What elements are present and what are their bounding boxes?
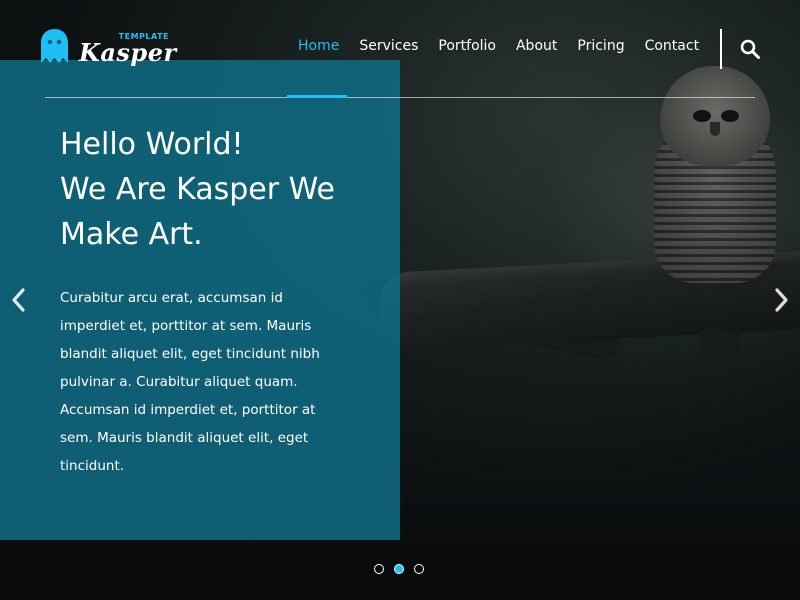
nav-item-pricing[interactable]: Pricing — [577, 38, 624, 54]
chevron-left-icon[interactable] — [8, 286, 30, 314]
hero-slider: TEMPLATE Kasper Home Services Portfolio … — [0, 0, 800, 600]
hero-title-line: Hello World! — [60, 127, 244, 162]
header-underline — [45, 97, 755, 98]
ghost-logo-icon — [40, 28, 69, 64]
nav-item-home[interactable]: Home — [298, 38, 339, 54]
logo-name: Kasper — [79, 38, 177, 67]
nav-item-contact[interactable]: Contact — [645, 38, 699, 54]
nav-item-about[interactable]: About — [516, 38, 557, 54]
nav-item-services[interactable]: Services — [359, 38, 418, 54]
slider-bullets — [374, 564, 424, 574]
hero-text-line: blandit aliquet elit, eget tincidunt nib… — [60, 346, 320, 362]
search-icon[interactable] — [740, 39, 760, 59]
hero-title-line: We Are Kasper We — [60, 172, 335, 207]
hero-title: Hello World! We Are Kasper We Make Art. — [60, 122, 380, 257]
hero-text-line: tincidunt. — [60, 458, 125, 474]
owl-beak — [710, 122, 720, 136]
hero-text-line: pulvinar a. Curabitur aliquet quam. — [60, 374, 298, 390]
hero-text-line: imperdiet et, porttitor at sem. Mauris — [60, 318, 312, 334]
owl-eye — [721, 110, 739, 122]
nav-divider — [720, 29, 722, 69]
site-header: TEMPLATE Kasper Home Services Portfolio … — [0, 0, 800, 98]
hero-description: Curabitur arcu erat, accumsan id imperdi… — [60, 284, 325, 480]
main-nav: Home Services Portfolio About Pricing Co… — [298, 38, 719, 54]
logo-text: TEMPLATE Kasper — [79, 26, 176, 67]
branch-twig — [700, 330, 740, 366]
hero-title-line: Make Art. — [60, 217, 203, 252]
owl-eye — [693, 110, 711, 122]
nav-item-portfolio[interactable]: Portfolio — [438, 38, 496, 54]
chevron-right-icon[interactable] — [770, 286, 792, 314]
owl-image — [652, 66, 778, 283]
hero-text-line: sem. Mauris blandit aliquet elit, eget — [60, 430, 309, 446]
slider-bullet[interactable] — [414, 564, 424, 574]
logo[interactable]: TEMPLATE Kasper — [40, 26, 176, 67]
hero-text-line: Accumsan id imperdiet et, porttitor at — [60, 402, 316, 418]
slider-bullet-active[interactable] — [394, 564, 404, 574]
slider-bullet[interactable] — [374, 564, 384, 574]
active-nav-indicator — [287, 95, 347, 98]
hero-text-line: Curabitur arcu erat, accumsan id — [60, 290, 283, 306]
